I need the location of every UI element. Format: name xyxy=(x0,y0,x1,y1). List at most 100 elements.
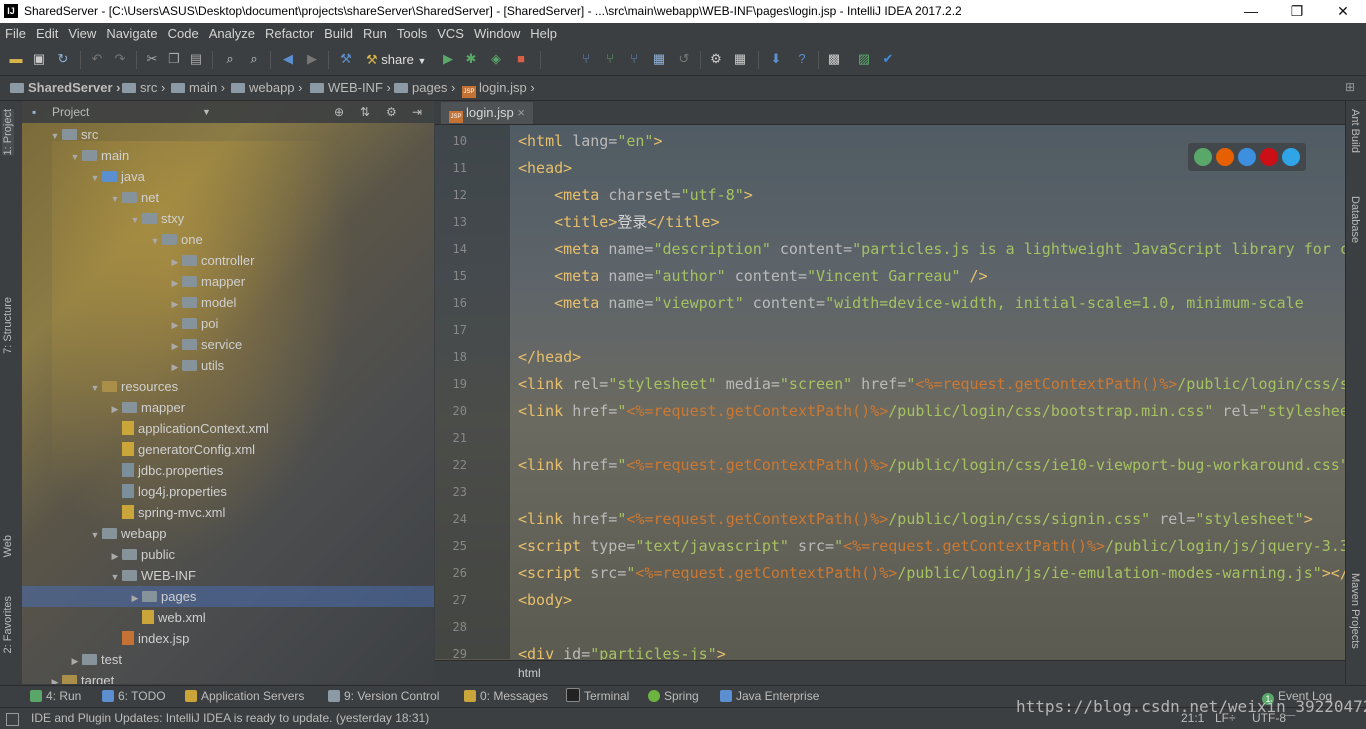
menu-code[interactable]: Code xyxy=(163,23,204,44)
code-line[interactable]: <script src="<%=request.getContextPath()… xyxy=(518,560,1345,587)
collapse-arrow-icon[interactable]: ▶ xyxy=(168,336,182,357)
code-line[interactable]: <meta name="description" content="partic… xyxy=(518,236,1345,263)
nav-crumb-webinf[interactable]: WEB-INF › xyxy=(310,76,391,100)
sync-icon[interactable]: ↻ xyxy=(55,51,71,67)
code-line[interactable]: <link href="<%=request.getContextPath()%… xyxy=(518,506,1313,533)
tool-todo[interactable]: 6: TODO xyxy=(102,686,166,707)
code-line[interactable]: <div id="particles-js"> xyxy=(518,641,726,660)
save-all-icon[interactable]: ▣ xyxy=(31,51,47,67)
vcs-history-icon[interactable]: ▦ xyxy=(651,51,667,67)
tree-item[interactable]: ▶ mapper xyxy=(168,271,246,294)
run-icon[interactable]: ▶ xyxy=(440,51,456,67)
tree-item[interactable]: ▶ utils xyxy=(168,355,225,376)
undo-icon[interactable]: ↶ xyxy=(89,51,105,67)
collapse-arrow-icon[interactable]: ▶ xyxy=(168,273,182,294)
tree-item[interactable]: ▶ public xyxy=(108,544,175,565)
close-button[interactable]: ✕ xyxy=(1320,0,1366,23)
tool-java-enterprise[interactable]: Java Enterprise xyxy=(720,686,819,707)
scroll-from-source-icon[interactable]: ⊕ xyxy=(334,101,344,123)
code-line[interactable]: <meta name="viewport" content="width=dev… xyxy=(518,290,1304,317)
tree-item[interactable]: ▼ resources xyxy=(88,376,179,399)
tab-login-jsp[interactable]: JSP login.jsp × xyxy=(441,102,533,124)
expand-arrow-icon[interactable]: ▼ xyxy=(68,147,82,168)
tab-ant-build[interactable]: Ant Build xyxy=(1349,109,1361,153)
tree-item[interactable]: ▼ stxy xyxy=(128,208,185,231)
collapse-arrow-icon[interactable]: ▶ xyxy=(128,588,142,609)
collapse-arrow-icon[interactable]: ▶ xyxy=(168,294,182,315)
code-line[interactable]: <meta name="author" content="Vincent Gar… xyxy=(518,263,988,290)
menu-file[interactable]: File xyxy=(0,23,31,44)
nav-crumb-webapp[interactable]: webapp › xyxy=(231,76,303,100)
tree-item[interactable]: ▼ java xyxy=(88,166,145,187)
run-config-select[interactable]: ⚒ share ▼ xyxy=(362,50,430,70)
navbar-expand-icon[interactable]: ⊞ xyxy=(1345,80,1361,94)
sdk-icon[interactable]: ⬇ xyxy=(768,51,784,67)
menu-window[interactable]: Window xyxy=(469,23,525,44)
expand-arrow-icon[interactable]: ▼ xyxy=(128,210,142,231)
code-line[interactable]: <head> xyxy=(518,155,572,182)
hide-panel-icon[interactable]: ⇥ xyxy=(412,101,422,123)
menu-view[interactable]: View xyxy=(63,23,101,44)
nav-crumb-file[interactable]: JSP login.jsp › xyxy=(462,76,535,100)
expand-arrow-icon[interactable]: ▼ xyxy=(148,231,162,252)
vcs-commit-icon[interactable]: ⑂ xyxy=(602,51,618,67)
plugin-icon[interactable]: ▩ xyxy=(826,51,842,67)
tree-item[interactable]: ▶ controller xyxy=(168,250,255,271)
opera-icon[interactable] xyxy=(1260,148,1278,166)
replace-icon[interactable]: ⌕ xyxy=(246,51,262,67)
tree-item[interactable]: ▼ WEB-INF xyxy=(108,565,196,586)
code-line[interactable]: <meta charset="utf-8"> xyxy=(518,182,753,209)
project-structure-icon[interactable]: ▦ xyxy=(732,51,748,67)
firefox-icon[interactable] xyxy=(1216,148,1234,166)
tab-structure[interactable]: 7: Structure xyxy=(2,297,14,354)
tree-item[interactable]: ▶ pages xyxy=(128,586,197,609)
tool-version-control[interactable]: 9: Version Control xyxy=(328,686,439,707)
collapse-arrow-icon[interactable]: ▶ xyxy=(108,546,122,567)
open-folder-icon[interactable]: ▬ xyxy=(8,51,24,67)
tree-item[interactable]: jdbc.properties xyxy=(108,460,223,481)
tree-item[interactable]: ▼ net xyxy=(108,187,160,210)
tree-item[interactable]: ▶ mapper xyxy=(108,397,186,418)
vcs-revert-icon[interactable]: ↺ xyxy=(676,51,692,67)
tree-item[interactable]: ▶ poi xyxy=(168,313,219,334)
tab-database[interactable]: Database xyxy=(1349,196,1361,243)
maximize-button[interactable]: ❐ xyxy=(1274,0,1320,23)
safari-icon[interactable] xyxy=(1238,148,1256,166)
close-tab-icon[interactable]: × xyxy=(517,105,525,120)
paste-icon[interactable]: ▤ xyxy=(188,51,204,67)
code-line[interactable]: <link href="<%=request.getContextPath()%… xyxy=(518,452,1345,479)
expand-arrow-icon[interactable]: ▼ xyxy=(108,189,122,210)
expand-arrow-icon[interactable]: ▼ xyxy=(88,378,102,399)
tree-item[interactable]: ▶ test xyxy=(68,649,122,670)
vcs-update-icon[interactable]: ⑂ xyxy=(578,51,594,67)
build-icon[interactable]: ⚒ xyxy=(338,51,354,67)
menu-vcs[interactable]: VCS xyxy=(432,23,469,44)
menu-analyze[interactable]: Analyze xyxy=(204,23,260,44)
help-icon[interactable]: ? xyxy=(794,51,810,67)
menu-edit[interactable]: Edit xyxy=(31,23,63,44)
minimize-button[interactable]: — xyxy=(1228,0,1274,23)
menu-navigate[interactable]: Navigate xyxy=(101,23,162,44)
debug-icon[interactable]: ✱ xyxy=(463,51,479,67)
code-line[interactable]: <body> xyxy=(518,587,572,614)
code-line[interactable]: <link rel="stylesheet" media="screen" hr… xyxy=(518,371,1345,398)
tree-item[interactable]: generatorConfig.xml xyxy=(108,439,255,460)
tree-item[interactable]: applicationContext.xml xyxy=(108,418,269,439)
tool-terminal[interactable]: Terminal xyxy=(566,686,629,707)
coverage-icon[interactable]: ◈ xyxy=(488,51,504,67)
chrome-icon[interactable] xyxy=(1194,148,1212,166)
tree-item[interactable]: ▼ webapp xyxy=(88,523,167,544)
tree-item[interactable]: ▶ model xyxy=(168,292,237,315)
code-line[interactable]: <title>登录</title> xyxy=(518,209,720,236)
code-line[interactable]: </head> xyxy=(518,344,581,371)
monitor-icon[interactable]: ▨ xyxy=(856,51,872,67)
project-view-label[interactable]: Project xyxy=(52,101,89,123)
check-icon[interactable]: ✔ xyxy=(880,51,896,67)
collapse-arrow-icon[interactable]: ▶ xyxy=(68,651,82,672)
find-icon[interactable]: ⌕ xyxy=(222,51,238,67)
tree-item[interactable]: ▶ target xyxy=(48,670,114,684)
menu-build[interactable]: Build xyxy=(319,23,358,44)
code-line[interactable]: <link href="<%=request.getContextPath()%… xyxy=(518,398,1345,425)
tab-maven-projects[interactable]: Maven Projects xyxy=(1349,573,1361,649)
expand-arrow-icon[interactable]: ▼ xyxy=(88,168,102,189)
